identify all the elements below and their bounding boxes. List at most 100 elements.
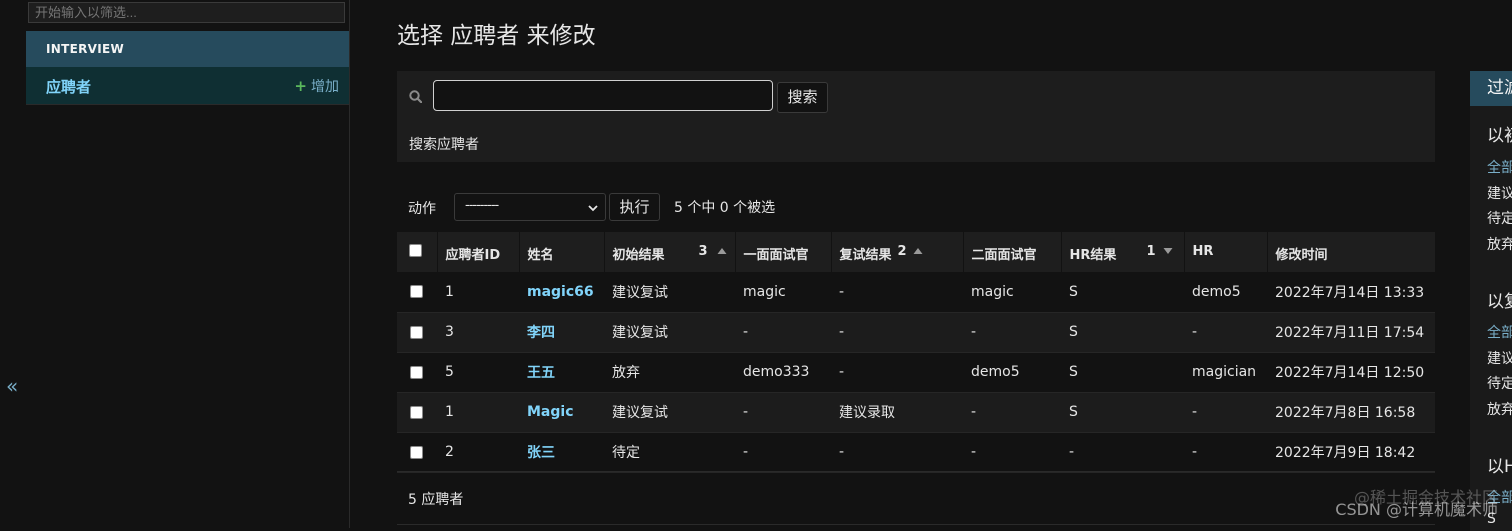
- header-col-hr[interactable]: HR: [1183, 232, 1267, 272]
- app-caption-interview[interactable]: INTERVIEW: [26, 31, 349, 67]
- header-col-first-interviewer[interactable]: 一面面试官: [734, 232, 831, 272]
- sidebar-model-link[interactable]: 应聘者: [46, 76, 91, 97]
- row-checkbox[interactable]: [410, 405, 423, 419]
- header-col-second-interviewer[interactable]: 二面面试官: [962, 232, 1061, 272]
- sidebar-item-candidates: 应聘者 + 增加: [26, 67, 349, 105]
- row-checkbox[interactable]: [410, 325, 423, 339]
- header-label: 姓名: [527, 248, 554, 263]
- row-checkbox[interactable]: [410, 285, 423, 299]
- table-row: 2 张三 待定 - - - - - 2022年7月9日 18:42: [397, 432, 1435, 473]
- filter-option[interactable]: 放弃: [1487, 234, 1512, 254]
- cell-second-result: -: [831, 432, 963, 473]
- action-select[interactable]: ---------: [454, 193, 606, 221]
- cell-hr: -: [1184, 312, 1267, 353]
- results-table-wrap: 应聘者ID 姓名 初始结果 3 一面面试官 复试结果 2 二面面试官 HR结果 …: [397, 232, 1435, 473]
- cell-id: 1: [437, 272, 519, 313]
- nav-filter-input[interactable]: [28, 2, 345, 23]
- action-select-value: ---------: [465, 198, 499, 213]
- filter-option[interactable]: 待定: [1487, 208, 1512, 228]
- cell-modified: 2022年7月8日 16:58: [1267, 392, 1435, 433]
- header-col-modified[interactable]: 修改时间: [1266, 232, 1435, 272]
- sort-priority: 3: [698, 244, 708, 259]
- cell-modified: 2022年7月14日 12:50: [1267, 352, 1435, 393]
- header-col-first-result[interactable]: 初始结果 3: [603, 232, 735, 272]
- cell-second-result: -: [831, 272, 963, 313]
- header-col-id[interactable]: 应聘者ID: [436, 232, 519, 272]
- candidate-link[interactable]: 张三: [527, 445, 555, 461]
- header-col-name[interactable]: 姓名: [518, 232, 604, 272]
- cell-name: magic66: [519, 272, 604, 313]
- cell-second-interviewer: magic: [963, 272, 1061, 313]
- run-action-button[interactable]: 执行: [609, 193, 660, 221]
- result-count: 5 应聘者: [408, 492, 464, 508]
- nav-collapse-strip: «: [0, 0, 27, 528]
- candidate-link[interactable]: magic66: [527, 284, 594, 300]
- table-header-row: 应聘者ID 姓名 初始结果 3 一面面试官 复试结果 2 二面面试官 HR结果 …: [397, 232, 1435, 272]
- cell-first-interviewer: demo333: [735, 352, 831, 393]
- actions-bar: 动作 --------- 执行 5 个中 0 个被选: [397, 192, 1435, 221]
- cell-second-interviewer: -: [963, 432, 1061, 473]
- cell-first-result: 建议复试: [604, 312, 735, 353]
- header-label: 初始结果: [612, 248, 665, 263]
- collapse-sidebar-icon[interactable]: «: [6, 374, 18, 398]
- row-select-cell: [397, 312, 437, 353]
- filter-option[interactable]: 待定: [1487, 373, 1512, 393]
- search-icon: [409, 90, 422, 103]
- filter-heading-hr-result: 以H: [1487, 457, 1512, 477]
- plus-icon: +: [294, 77, 307, 95]
- candidate-link[interactable]: 王五: [527, 365, 555, 381]
- cell-first-interviewer: -: [735, 312, 831, 353]
- filter-panel: 过滤 以初 全部 建议 待定 放弃 以复 全部 建议 待定 放弃 以H 全部 S: [1470, 71, 1512, 531]
- filter-option[interactable]: 全部: [1487, 157, 1512, 177]
- filter-option[interactable]: 建议: [1487, 348, 1512, 368]
- actions-label: 动作: [408, 201, 436, 217]
- cell-hr: -: [1184, 392, 1267, 433]
- cell-second-result: 建议录取: [831, 392, 963, 433]
- results-table: 应聘者ID 姓名 初始结果 3 一面面试官 复试结果 2 二面面试官 HR结果 …: [397, 232, 1435, 473]
- add-candidate-link[interactable]: + 增加: [294, 76, 339, 96]
- cell-first-interviewer: -: [735, 392, 831, 433]
- cell-first-result: 待定: [604, 432, 735, 473]
- filter-option[interactable]: 全部: [1487, 322, 1512, 342]
- cell-first-interviewer: magic: [735, 272, 831, 313]
- cell-first-result: 建议复试: [604, 272, 735, 313]
- sort-asc-icon[interactable]: [717, 247, 727, 255]
- table-row: 3 李四 建议复试 - - - S - 2022年7月11日 17:54: [397, 312, 1435, 353]
- cell-first-interviewer: -: [735, 432, 831, 473]
- candidate-link[interactable]: 李四: [527, 325, 555, 341]
- page-title: 选择 应聘者 来修改: [397, 23, 596, 49]
- search-input[interactable]: [433, 80, 773, 111]
- cell-name: Magic: [519, 392, 604, 433]
- search-help-text: 搜索应聘者: [409, 137, 479, 153]
- filter-heading-second-result: 以复: [1487, 292, 1512, 312]
- cell-name: 张三: [519, 432, 604, 473]
- paginator: 5 应聘者: [397, 471, 1435, 525]
- sort-asc-icon[interactable]: [913, 247, 923, 255]
- header-label: 修改时间: [1275, 248, 1328, 263]
- sort-desc-icon[interactable]: [1163, 247, 1173, 255]
- row-select-cell: [397, 432, 437, 473]
- filter-option[interactable]: 放弃: [1487, 399, 1512, 419]
- select-all-checkbox[interactable]: [409, 244, 422, 257]
- cell-modified: 2022年7月14日 13:33: [1267, 272, 1435, 313]
- cell-second-interviewer: -: [963, 312, 1061, 353]
- filter-option[interactable]: 建议: [1487, 183, 1512, 203]
- cell-hr-result: -: [1061, 432, 1184, 473]
- search-button[interactable]: 搜索: [777, 82, 828, 113]
- candidate-link[interactable]: Magic: [527, 404, 574, 420]
- cell-hr-result: S: [1061, 392, 1184, 433]
- header-label: 应聘者ID: [445, 248, 501, 263]
- row-select-cell: [397, 272, 437, 313]
- cell-hr: -: [1184, 432, 1267, 473]
- filter-title: 过滤: [1470, 71, 1512, 106]
- row-checkbox[interactable]: [410, 445, 423, 459]
- header-col-hr-result[interactable]: HR结果 1: [1060, 232, 1184, 272]
- cell-first-result: 放弃: [604, 352, 735, 393]
- row-checkbox[interactable]: [410, 365, 423, 379]
- header-label: HR: [1192, 244, 1214, 259]
- header-select-all: [397, 232, 437, 272]
- search-toolbar: 搜索 搜索应聘者: [397, 71, 1435, 162]
- watermark: @稀土掘金技术社区 CSDN @计算机魔术师: [1335, 487, 1498, 519]
- row-select-cell: [397, 392, 437, 433]
- header-col-second-result[interactable]: 复试结果 2: [830, 232, 963, 272]
